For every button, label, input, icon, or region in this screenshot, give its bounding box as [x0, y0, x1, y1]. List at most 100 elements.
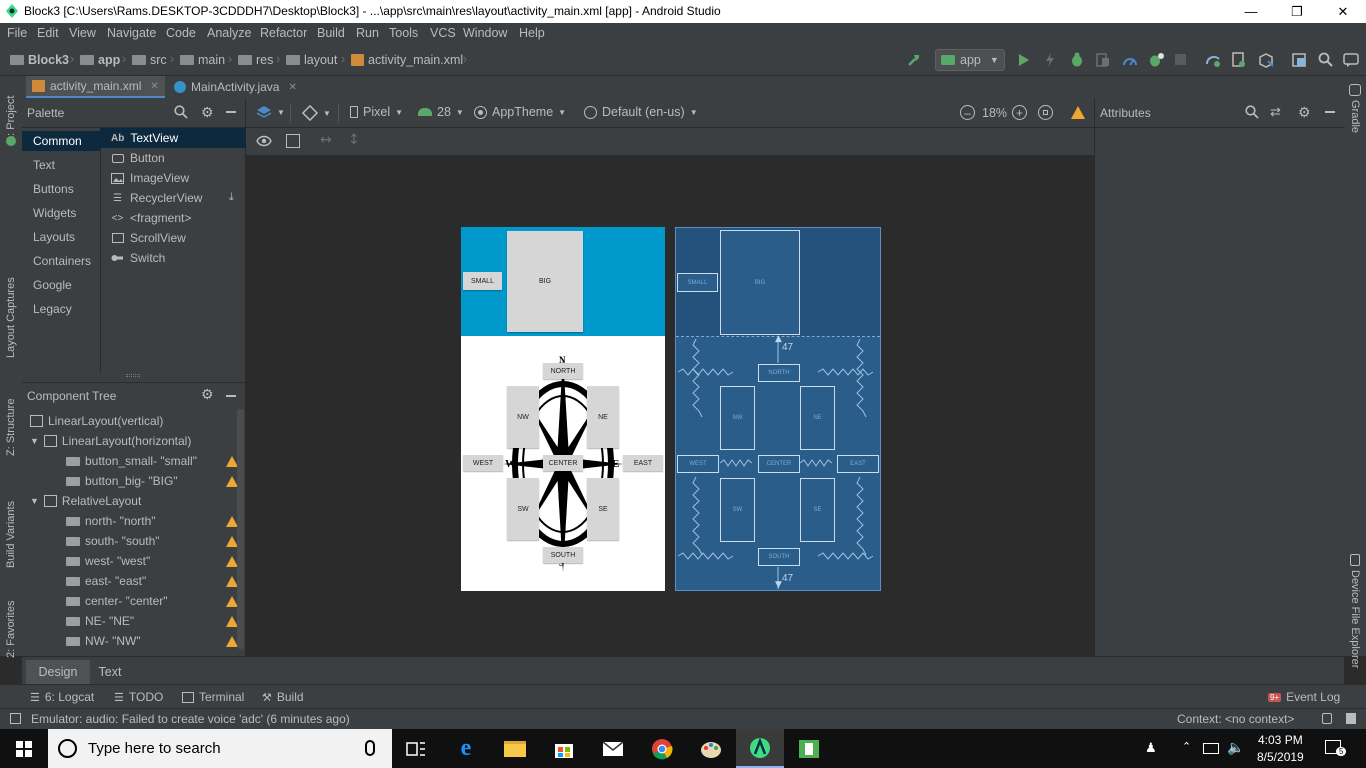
- blueprint-center-button[interactable]: CENTER: [758, 455, 800, 473]
- tab-main-activity-java[interactable]: MainActivity.java ✕: [168, 76, 303, 98]
- search-everywhere-icon[interactable]: [1318, 52, 1333, 70]
- gear-icon[interactable]: ⚙: [1298, 104, 1311, 121]
- preview-center-button[interactable]: CENTER: [543, 455, 583, 471]
- minimize-panel-icon[interactable]: [226, 111, 236, 113]
- tree-node-button-small[interactable]: button_small- "small": [66, 451, 197, 471]
- tree-node-button-big[interactable]: button_big- "BIG": [66, 471, 178, 491]
- edge-browser-icon[interactable]: e: [442, 729, 490, 768]
- menu-refactor[interactable]: Refactor: [260, 26, 307, 40]
- vertical-resize-icon[interactable]: ↕: [348, 132, 360, 148]
- sync-gradle-icon[interactable]: [1205, 52, 1221, 71]
- gear-icon[interactable]: ⚙: [201, 104, 214, 121]
- menu-file[interactable]: File: [7, 26, 27, 40]
- inspector-icon[interactable]: [1346, 713, 1356, 724]
- design-preview[interactable]: SMALL BIG N S W E NORTH SOUTH WEST EAST …: [461, 227, 665, 591]
- microsoft-store-icon[interactable]: [540, 729, 588, 768]
- blueprint-big-button[interactable]: BIG: [720, 230, 800, 335]
- lock-icon[interactable]: [1322, 713, 1332, 724]
- event-log-tool-button[interactable]: 9+ Event Log: [1268, 690, 1340, 704]
- preview-sw-button[interactable]: SW: [507, 478, 539, 540]
- download-icon[interactable]: ⤓: [229, 191, 234, 204]
- tree-node-linearlayout-horizontal[interactable]: ▼ LinearLayout(horizontal): [30, 431, 191, 451]
- tree-node-ne[interactable]: NE- "NE": [66, 611, 134, 631]
- palette-category-legacy[interactable]: Legacy: [22, 299, 100, 319]
- preview-east-button[interactable]: EAST: [623, 455, 663, 471]
- logcat-tool-button[interactable]: ☰ 6: Logcat: [30, 690, 94, 704]
- menu-view[interactable]: View: [69, 26, 96, 40]
- locale-dropdown[interactable]: Default (en-us) ▼: [584, 105, 698, 119]
- breadcrumb-main[interactable]: main: [180, 53, 225, 67]
- breadcrumb-src[interactable]: src: [132, 53, 167, 67]
- palette-category-layouts[interactable]: Layouts: [22, 227, 100, 247]
- build-variants-tool-tab[interactable]: Build Variants: [5, 486, 17, 568]
- zoom-out-icon[interactable]: –: [960, 105, 975, 120]
- menu-help[interactable]: Help: [519, 26, 545, 40]
- palette-widget-recyclerview[interactable]: ☰ RecyclerView ⤓: [100, 188, 246, 208]
- device-dropdown[interactable]: Pixel ▼: [350, 105, 403, 119]
- blueprint-east-button[interactable]: EAST: [837, 455, 879, 473]
- tab-text[interactable]: Text: [90, 660, 130, 684]
- warning-icon[interactable]: [1071, 106, 1085, 119]
- eye-icon[interactable]: [256, 135, 272, 150]
- gradle-tool-tab[interactable]: Gradle: [1349, 100, 1361, 140]
- minimize-button[interactable]: —: [1228, 0, 1274, 23]
- taskbar-search-box[interactable]: Type here to search: [48, 729, 392, 768]
- preview-south-button[interactable]: SOUTH: [543, 547, 583, 563]
- run-icon[interactable]: [1018, 53, 1030, 70]
- blueprint-nw-button[interactable]: NW: [720, 386, 755, 450]
- splitter-handle[interactable]: [126, 374, 140, 377]
- debug-icon[interactable]: [1070, 52, 1084, 70]
- paint-icon[interactable]: [687, 729, 735, 768]
- network-icon[interactable]: [1203, 743, 1219, 754]
- zoom-to-fit-icon[interactable]: [1038, 105, 1053, 120]
- tree-node-north[interactable]: north- "north": [66, 511, 156, 531]
- task-view-icon[interactable]: [392, 729, 440, 768]
- tab-activity-main-xml[interactable]: activity_main.xml ✕: [26, 76, 165, 98]
- blueprint-toggle-icon[interactable]: [286, 134, 300, 148]
- menu-tools[interactable]: Tools: [389, 26, 418, 40]
- tree-node-linearlayout-vertical[interactable]: LinearLayout(vertical): [30, 411, 163, 431]
- expand-arrow-icon[interactable]: ▼: [30, 496, 39, 506]
- blueprint-sw-button[interactable]: SW: [720, 478, 755, 542]
- preview-big-button[interactable]: BIG: [507, 231, 583, 332]
- volume-icon[interactable]: 🔈: [1227, 739, 1244, 756]
- project-structure-icon[interactable]: [1292, 53, 1306, 70]
- preview-small-button[interactable]: SMALL: [463, 272, 502, 290]
- palette-widget-button[interactable]: Button: [100, 148, 246, 168]
- zoom-in-icon[interactable]: +: [1012, 105, 1027, 120]
- blueprint-small-button[interactable]: SMALL: [677, 273, 718, 292]
- theme-dropdown[interactable]: AppTheme ▼: [474, 105, 566, 119]
- coverage-icon[interactable]: [1148, 52, 1164, 71]
- close-tab-icon[interactable]: ✕: [288, 82, 296, 93]
- structure-tool-tab[interactable]: Z: Structure: [5, 386, 17, 456]
- terminal-tool-button[interactable]: Terminal: [182, 690, 244, 704]
- layout-captures-tool-tab[interactable]: Layout Captures: [5, 266, 17, 358]
- preview-nw-button[interactable]: NW: [507, 386, 539, 448]
- people-icon[interactable]: ♟: [1145, 740, 1157, 756]
- mail-icon[interactable]: [589, 729, 637, 768]
- tree-node-west[interactable]: west- "west": [66, 551, 150, 571]
- menu-vcs[interactable]: VCS: [430, 26, 456, 40]
- blueprint-west-button[interactable]: WEST: [677, 455, 719, 473]
- palette-widget-fragment[interactable]: <> <fragment>: [100, 208, 246, 228]
- search-icon[interactable]: [1245, 105, 1259, 122]
- minimize-panel-icon[interactable]: [226, 395, 236, 397]
- search-icon[interactable]: [174, 105, 188, 122]
- profile-icon[interactable]: [1122, 53, 1138, 70]
- palette-category-google[interactable]: Google: [22, 275, 100, 295]
- file-explorer-icon[interactable]: [491, 729, 539, 768]
- palette-category-containers[interactable]: Containers: [22, 251, 100, 271]
- status-message[interactable]: Emulator: audio: Failed to create voice …: [31, 712, 350, 726]
- preview-west-button[interactable]: WEST: [463, 455, 503, 471]
- api-level-dropdown[interactable]: 28 ▼: [418, 105, 464, 119]
- favorites-tool-tab[interactable]: 2: Favorites: [5, 596, 17, 658]
- breadcrumb-app[interactable]: app: [80, 53, 120, 67]
- close-tab-icon[interactable]: ✕: [150, 81, 158, 92]
- preview-ne-button[interactable]: NE: [587, 386, 619, 448]
- build-tool-button[interactable]: ⚒ Build: [262, 690, 304, 704]
- palette-category-text[interactable]: Text: [22, 155, 100, 175]
- make-project-hammer-icon[interactable]: [905, 52, 923, 68]
- preview-north-button[interactable]: NORTH: [543, 363, 583, 379]
- blueprint-se-button[interactable]: SE: [800, 478, 835, 542]
- stop-icon[interactable]: [1175, 54, 1186, 65]
